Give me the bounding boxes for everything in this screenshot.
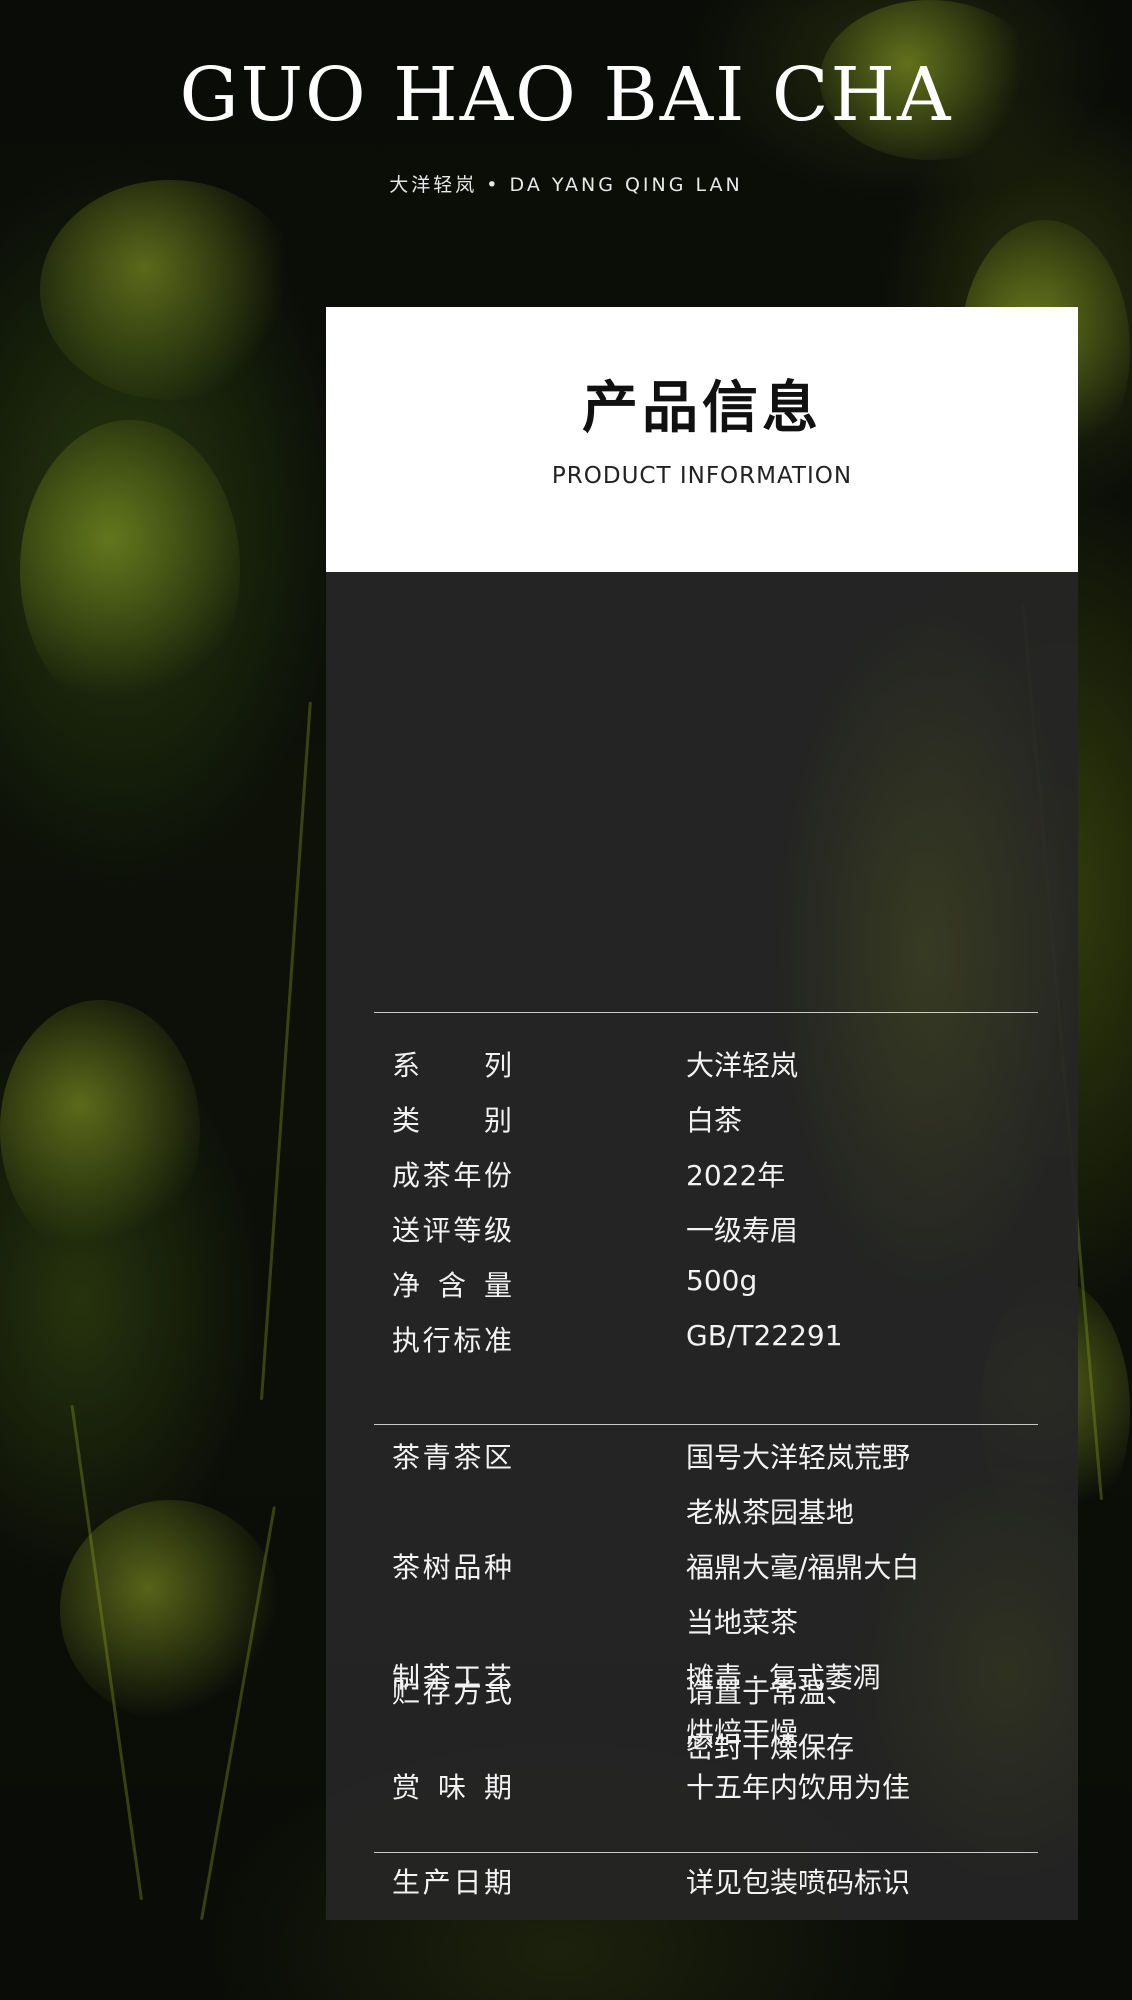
info-label: 茶树品种 xyxy=(392,1551,512,1584)
info-label: 送评等级 xyxy=(392,1214,512,1247)
info-row: 生产日期 详见包装喷码标识 xyxy=(392,1861,1032,1901)
section-divider xyxy=(374,1424,1038,1425)
section-divider xyxy=(374,1852,1038,1853)
info-value: GB/T22291 xyxy=(686,1319,843,1352)
brand-subtitle: 大洋轻岚 • DA YANG QING LAN xyxy=(389,174,743,196)
info-row: 当地菜茶 xyxy=(392,1601,1032,1641)
info-label: 系列 xyxy=(392,1049,512,1082)
info-value: 国号大洋轻岚荒野 xyxy=(686,1441,911,1474)
info-row: 成茶年份 2022年 xyxy=(392,1154,1032,1194)
card-body: 系列 大洋轻岚 类别 白茶 成茶年份 2022年 送评等级 一级寿眉 净含量 5… xyxy=(326,572,1078,1920)
info-row: 赏味期 十五年内饮用为佳 xyxy=(392,1766,1032,1806)
info-row: 系列 大洋轻岚 xyxy=(392,1044,1032,1084)
info-value: 白茶 xyxy=(686,1104,743,1137)
info-value: 大洋轻岚 xyxy=(686,1049,799,1082)
product-info-card: 产品信息 PRODUCT INFORMATION 系列 大洋轻岚 类别 白茶 成… xyxy=(326,307,1078,1920)
foliage-decoration xyxy=(0,1000,200,1260)
info-label: 净含量 xyxy=(392,1269,512,1302)
foliage-decoration xyxy=(20,420,240,720)
info-row: 烘焙干燥 xyxy=(392,1711,1032,1751)
info-row: 执行标准 GB/T22291 xyxy=(392,1319,1032,1359)
foliage-decoration xyxy=(60,1500,280,1720)
info-row: 茶青茶区 国号大洋轻岚荒野 xyxy=(392,1436,1032,1476)
info-label: 生产日期 xyxy=(392,1866,512,1899)
info-value: 十五年内饮用为佳 xyxy=(686,1771,911,1804)
frond-decoration xyxy=(260,701,312,1401)
info-label: 制茶工艺 xyxy=(392,1661,512,1694)
info-label: 成茶年份 xyxy=(392,1159,512,1192)
info-value: 当地菜茶 xyxy=(686,1606,799,1639)
info-value: 一级寿眉 xyxy=(686,1214,799,1247)
info-value: 500g xyxy=(686,1264,758,1297)
info-label: 赏味期 xyxy=(392,1771,512,1804)
info-value: 2022年 xyxy=(686,1159,786,1192)
info-label: 茶青茶区 xyxy=(392,1441,512,1474)
info-label: 执行标准 xyxy=(392,1324,512,1357)
info-value: 详见包装喷码标识 xyxy=(686,1866,911,1899)
info-value: 老枞茶园基地 xyxy=(686,1496,855,1529)
info-row: 茶树品种 福鼎大毫/福鼎大白 xyxy=(392,1546,1032,1586)
info-row: 老枞茶园基地 xyxy=(392,1491,1032,1531)
brand-title: GUO HAO BAI CHA xyxy=(179,52,953,138)
card-title-en: PRODUCT INFORMATION xyxy=(551,463,853,489)
info-row: 类别 白茶 xyxy=(392,1099,1032,1139)
card-header: 产品信息 PRODUCT INFORMATION xyxy=(326,307,1078,572)
info-value: 福鼎大毫/福鼎大白 xyxy=(686,1551,920,1584)
info-label: 类别 xyxy=(392,1104,512,1137)
info-value: 摊青 · 复式萎凋 xyxy=(686,1661,881,1694)
info-value: 烘焙干燥 xyxy=(686,1716,799,1749)
info-row: 制茶工艺 摊青 · 复式萎凋 xyxy=(392,1656,1032,1696)
foliage-decoration xyxy=(40,180,300,400)
info-row: 送评等级 一级寿眉 xyxy=(392,1209,1032,1249)
info-row: 净含量 500g xyxy=(392,1264,1032,1304)
section-divider xyxy=(374,1012,1038,1013)
card-title-cn: 产品信息 xyxy=(582,376,822,441)
